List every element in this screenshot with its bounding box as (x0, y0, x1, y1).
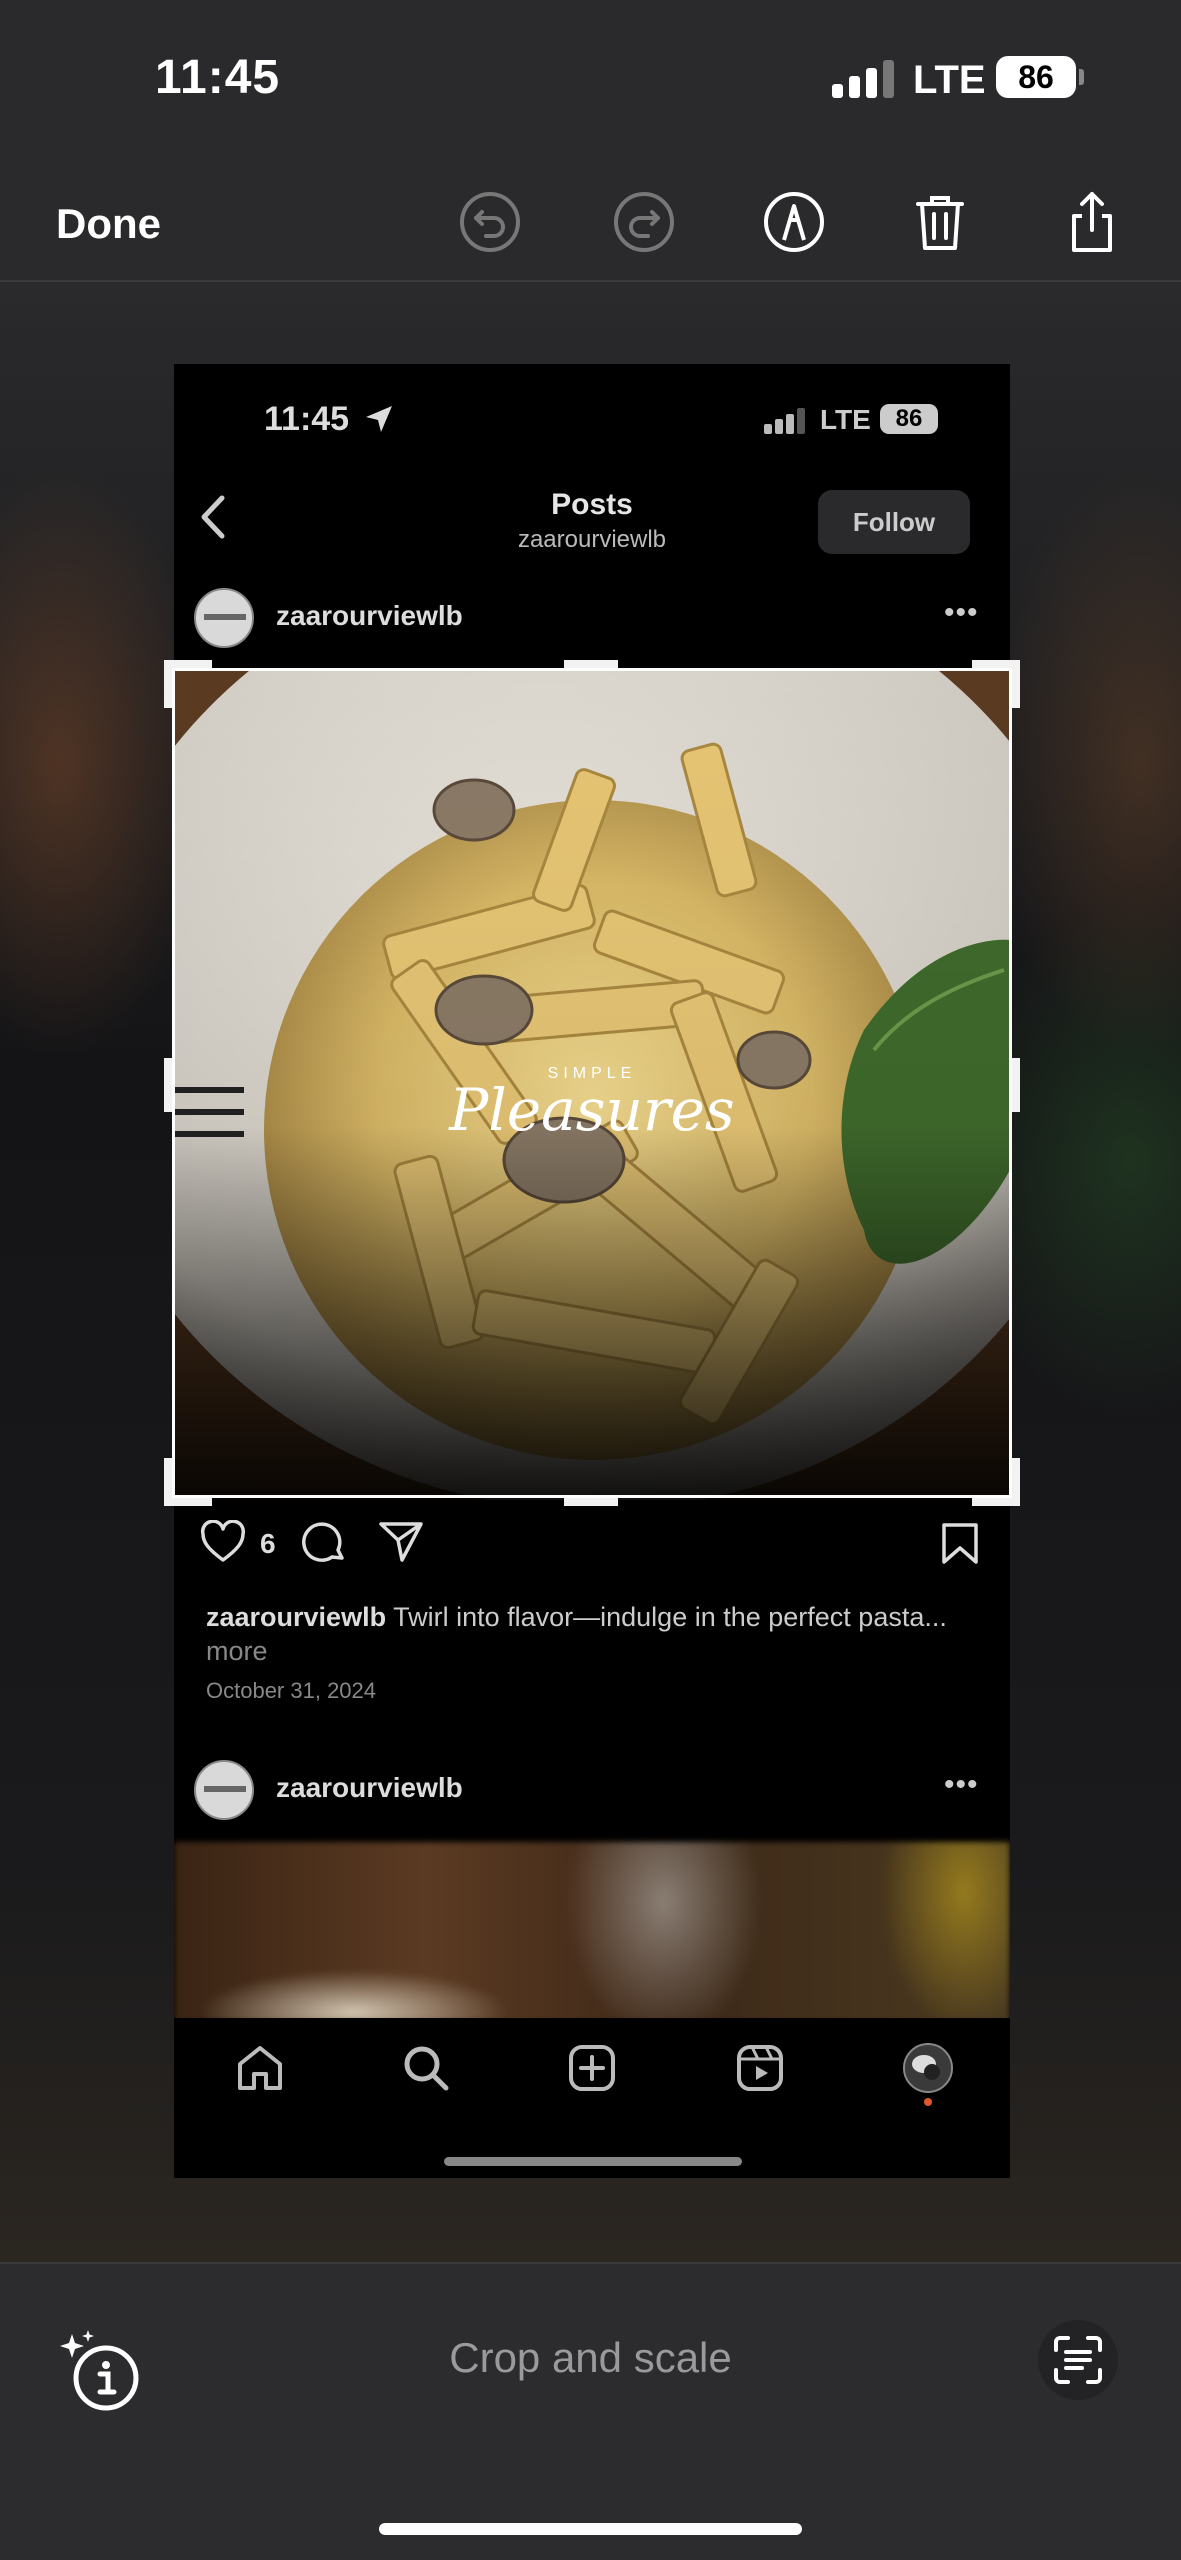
crop-corner-top-right[interactable] (972, 660, 1020, 708)
profile-avatar[interactable] (902, 2042, 954, 2106)
crop-and-scale-label: Crop and scale (449, 2334, 732, 2381)
bottom-bar: Crop and scale (0, 2262, 1181, 2560)
caption-username[interactable]: zaarourviewlb (206, 1602, 386, 1632)
home-indicator (379, 2523, 802, 2535)
inner-home-indicator (444, 2157, 742, 2166)
crop-handle-right[interactable] (1012, 1058, 1020, 1112)
share-icon[interactable] (1060, 190, 1124, 254)
crop-corner-bottom-right[interactable] (972, 1458, 1020, 1506)
trash-icon[interactable] (908, 190, 972, 254)
heart-icon[interactable] (200, 1520, 246, 1564)
caption-text: Twirl into flavor—indulge in the perfect… (393, 1602, 947, 1632)
live-text-icon (1054, 2336, 1102, 2384)
post-username[interactable]: zaarourviewlb (276, 1772, 463, 1804)
crop-corner-top-left[interactable] (164, 660, 212, 708)
crop-handle-bottom[interactable] (564, 1498, 618, 1506)
signal-icon (832, 58, 894, 98)
inner-status-time: 11:45 (264, 400, 350, 438)
crop-corner-bottom-left[interactable] (164, 1458, 212, 1506)
live-text-button[interactable] (1038, 2320, 1118, 2400)
avatar[interactable] (194, 588, 254, 648)
post-caption: zaarourviewlb Twirl into flavor—indulge … (206, 1600, 986, 1668)
more-options-icon[interactable]: ••• (944, 596, 979, 630)
home-icon[interactable] (234, 2042, 286, 2094)
undo-icon[interactable] (458, 190, 522, 254)
post-header-2: zaarourviewlb ••• (174, 1748, 1010, 1828)
post-username[interactable]: zaarourviewlb (276, 600, 463, 632)
follow-button[interactable]: Follow (818, 490, 970, 554)
done-button[interactable]: Done (56, 200, 161, 248)
post-image-2 (174, 1842, 1010, 2022)
create-icon[interactable] (566, 2042, 618, 2094)
inner-battery-icon: 86 (880, 404, 938, 434)
editor-toolbar: Done (0, 160, 1181, 282)
inner-signal-icon (764, 408, 806, 434)
location-arrow-icon (366, 406, 392, 432)
redo-icon[interactable] (612, 190, 676, 254)
reels-icon[interactable] (734, 2042, 786, 2094)
status-bar: 11:45 LTE 86 (0, 0, 1181, 160)
crop-frame[interactable] (172, 668, 1012, 1498)
comment-icon[interactable] (302, 1520, 348, 1566)
status-time: 11:45 (155, 51, 281, 104)
search-icon[interactable] (400, 2042, 452, 2094)
avatar[interactable] (194, 1760, 254, 1820)
post-date: October 31, 2024 (206, 1678, 377, 1703)
caption-more-link[interactable]: more (206, 1636, 268, 1666)
markup-icon[interactable] (762, 190, 826, 254)
post-actions: 6 (174, 1514, 1010, 1584)
network-label: LTE (913, 58, 986, 102)
battery-icon: 86 (996, 56, 1084, 98)
post-header: zaarourviewlb ••• (174, 576, 1010, 656)
more-options-icon[interactable]: ••• (944, 1768, 979, 1802)
like-count: 6 (260, 1528, 276, 1559)
bottom-nav (174, 2018, 1010, 2178)
share-plane-icon[interactable] (378, 1520, 424, 1564)
crop-handle-top[interactable] (564, 660, 618, 668)
crop-handle-left[interactable] (164, 1058, 172, 1112)
bookmark-icon[interactable] (940, 1522, 980, 1566)
inner-network-label: LTE (820, 404, 871, 435)
